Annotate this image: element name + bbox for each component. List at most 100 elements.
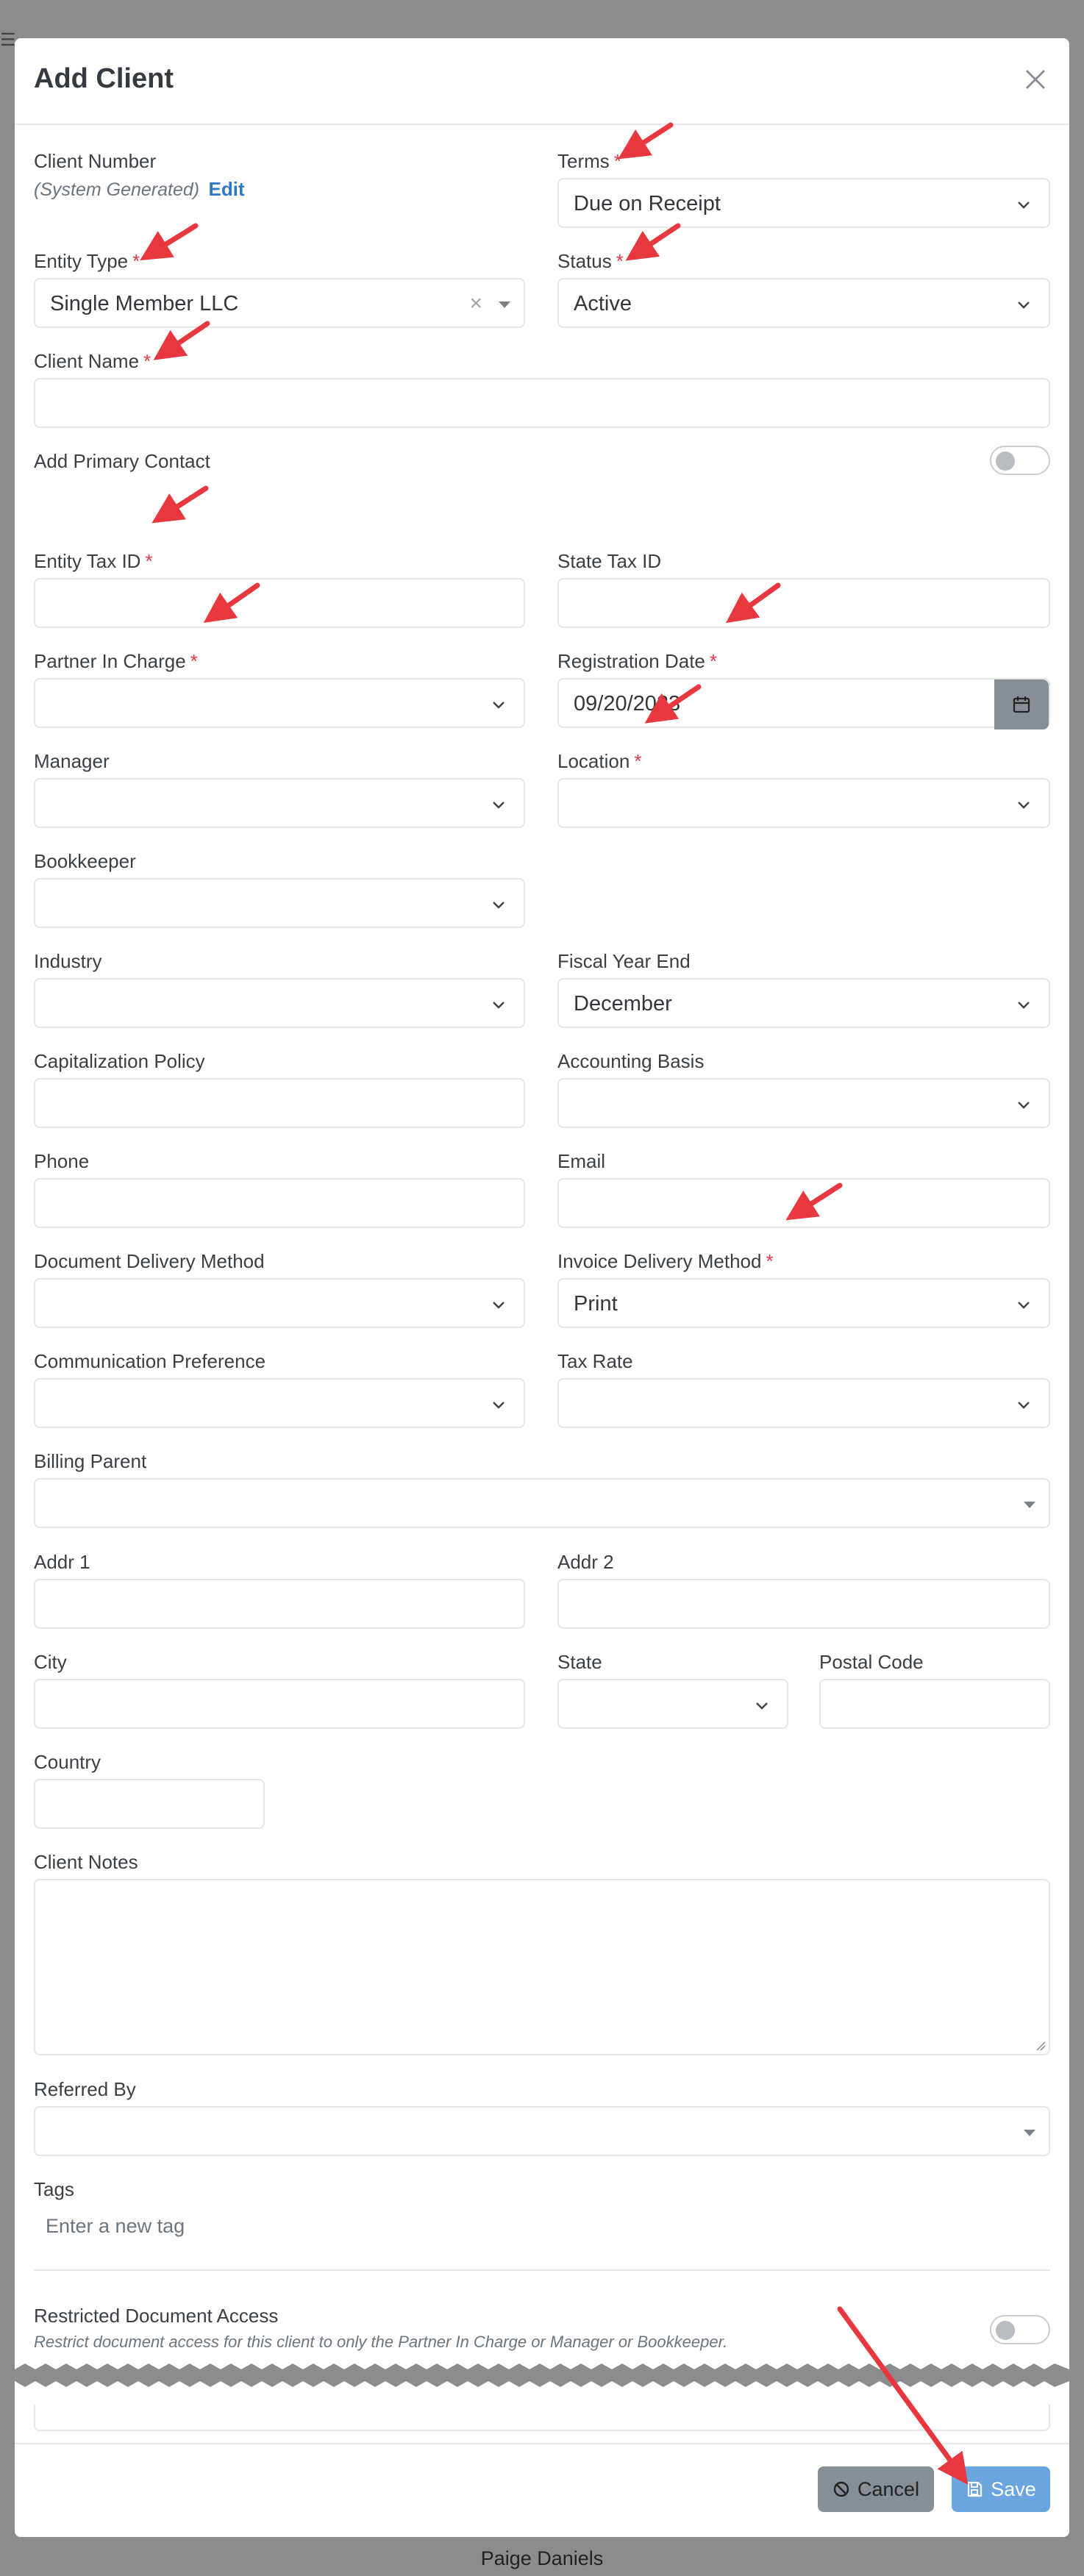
required-marker: *: [709, 650, 718, 672]
cancel-button[interactable]: Cancel: [818, 2466, 934, 2512]
phone-field: Phone: [34, 1150, 525, 1250]
status-value: Active: [574, 292, 632, 315]
fiscal-year-end-select[interactable]: December: [557, 978, 1050, 1028]
country-field: Country: [34, 1751, 265, 1851]
save-icon: [968, 2481, 983, 2497]
capitalization-policy-input[interactable]: [34, 1078, 525, 1128]
client-number-edit-link[interactable]: Edit: [209, 178, 245, 200]
entity-type-value: Single Member LLC: [50, 292, 239, 315]
tags-label: Tags: [34, 2178, 74, 2200]
invoice-delivery-method-select[interactable]: Print: [557, 1278, 1050, 1328]
chevron-down-icon: [1018, 1102, 1030, 1109]
accounting-basis-label: Accounting Basis: [557, 1050, 705, 1072]
add-client-modal: Add Client Client Number (System Generat…: [15, 38, 1069, 2537]
city-input[interactable]: [34, 1679, 525, 1729]
client-number-system-text: (System Generated): [34, 179, 200, 200]
toggle-knob: [996, 2321, 1015, 2340]
capitalization-policy-field: Capitalization Policy: [34, 1050, 525, 1150]
modal-footer: Cancel Save: [15, 2443, 1069, 2537]
terms-select[interactable]: Due on Receipt: [557, 178, 1050, 228]
registration-date-value: 09/20/2023: [574, 692, 681, 716]
partial-hidden-field: [34, 2405, 1050, 2431]
state-tax-id-field: State Tax ID: [557, 550, 1050, 650]
state-field: State: [557, 1651, 788, 1751]
clear-icon[interactable]: ×: [469, 291, 482, 316]
state-select[interactable]: [557, 1679, 788, 1729]
required-marker: *: [613, 150, 621, 172]
client-number-label: Client Number: [34, 150, 157, 172]
document-delivery-method-select[interactable]: [34, 1278, 525, 1328]
registration-date-input[interactable]: 09/20/2023: [557, 678, 1050, 729]
entity-tax-id-label: Entity Tax ID: [34, 550, 141, 572]
chevron-down-icon: [493, 802, 504, 809]
invoice-delivery-method-label: Invoice Delivery Method: [557, 1250, 762, 1272]
state-tax-id-input[interactable]: [557, 578, 1050, 628]
tags-input[interactable]: Enter a new tag: [34, 2206, 1050, 2250]
client-notes-field: Client Notes: [34, 1851, 1050, 2057]
ban-icon: [833, 2481, 849, 2497]
country-input[interactable]: [34, 1779, 265, 1829]
registration-date-field: Registration Date * 09/20/2023: [557, 650, 1050, 750]
client-name-input[interactable]: [34, 378, 1050, 428]
close-button[interactable]: [1021, 65, 1050, 94]
bookkeeper-select[interactable]: [34, 878, 525, 928]
client-notes-textarea[interactable]: [34, 1879, 1050, 2055]
referred-by-select[interactable]: [34, 2106, 1050, 2156]
state-label: State: [557, 1651, 602, 1673]
save-button[interactable]: Save: [952, 2466, 1050, 2512]
client-number-field: Client Number (System Generated) Edit: [34, 150, 525, 201]
required-marker: *: [616, 250, 624, 272]
chevron-down-icon: [493, 702, 504, 709]
terms-value: Due on Receipt: [574, 192, 721, 215]
billing-parent-field: Billing Parent: [34, 1450, 1050, 1550]
required-marker: *: [634, 750, 642, 772]
phone-input[interactable]: [34, 1178, 525, 1228]
bookkeeper-field: Bookkeeper: [34, 850, 525, 950]
communication-preference-select[interactable]: [34, 1378, 525, 1428]
industry-field: Industry: [34, 950, 525, 1050]
required-marker: *: [766, 1250, 774, 1272]
referred-by-label: Referred By: [34, 2078, 136, 2100]
industry-select[interactable]: [34, 978, 525, 1028]
entity-tax-id-field: Entity Tax ID *: [34, 550, 525, 650]
billing-parent-select[interactable]: [34, 1478, 1050, 1528]
invoice-delivery-method-field: Invoice Delivery Method * Print: [557, 1250, 1050, 1350]
document-delivery-method-label: Document Delivery Method: [34, 1250, 265, 1272]
chevron-down-icon: [1018, 1002, 1030, 1009]
postal-code-label: Postal Code: [819, 1651, 924, 1673]
partner-in-charge-field: Partner In Charge *: [34, 650, 525, 750]
restricted-document-access-toggle[interactable]: [990, 2315, 1050, 2344]
entity-type-select[interactable]: Single Member LLC ×: [34, 278, 525, 328]
client-name-label: Client Name: [34, 350, 140, 372]
partner-in-charge-select[interactable]: [34, 678, 525, 728]
calendar-button[interactable]: [994, 679, 1049, 729]
resize-grip-icon[interactable]: [1034, 2039, 1046, 2051]
status-label: Status: [557, 250, 612, 272]
add-primary-contact-label: Add Primary Contact: [34, 450, 210, 472]
postal-code-input[interactable]: [819, 1679, 1050, 1729]
referred-by-field: Referred By: [34, 2078, 1050, 2178]
chevron-down-icon: [1018, 302, 1030, 309]
restricted-document-access-help: Restrict document access for this client…: [34, 2333, 728, 2351]
required-marker: *: [143, 350, 151, 372]
entity-tax-id-input[interactable]: [34, 578, 525, 628]
caret-down-icon: [1024, 2130, 1035, 2136]
communication-preference-field: Communication Preference: [34, 1350, 525, 1450]
accounting-basis-select[interactable]: [557, 1078, 1050, 1128]
divider: [34, 2269, 1050, 2271]
calendar-icon: [1013, 696, 1030, 713]
status-select[interactable]: Active: [557, 278, 1050, 328]
addr2-input[interactable]: [557, 1579, 1050, 1629]
phone-label: Phone: [34, 1150, 90, 1172]
addr1-field: Addr 1: [34, 1551, 525, 1651]
status-field: Status * Active: [557, 250, 1050, 350]
tax-rate-select[interactable]: [557, 1378, 1050, 1428]
manager-select[interactable]: [34, 778, 525, 828]
add-primary-contact-toggle[interactable]: [990, 446, 1050, 475]
chevron-down-icon: [1018, 802, 1030, 809]
addr1-input[interactable]: [34, 1579, 525, 1629]
add-primary-contact-field: Add Primary Contact: [34, 446, 1050, 494]
chevron-down-icon: [1018, 1302, 1030, 1309]
email-input[interactable]: [557, 1178, 1050, 1228]
location-select[interactable]: [557, 778, 1050, 828]
